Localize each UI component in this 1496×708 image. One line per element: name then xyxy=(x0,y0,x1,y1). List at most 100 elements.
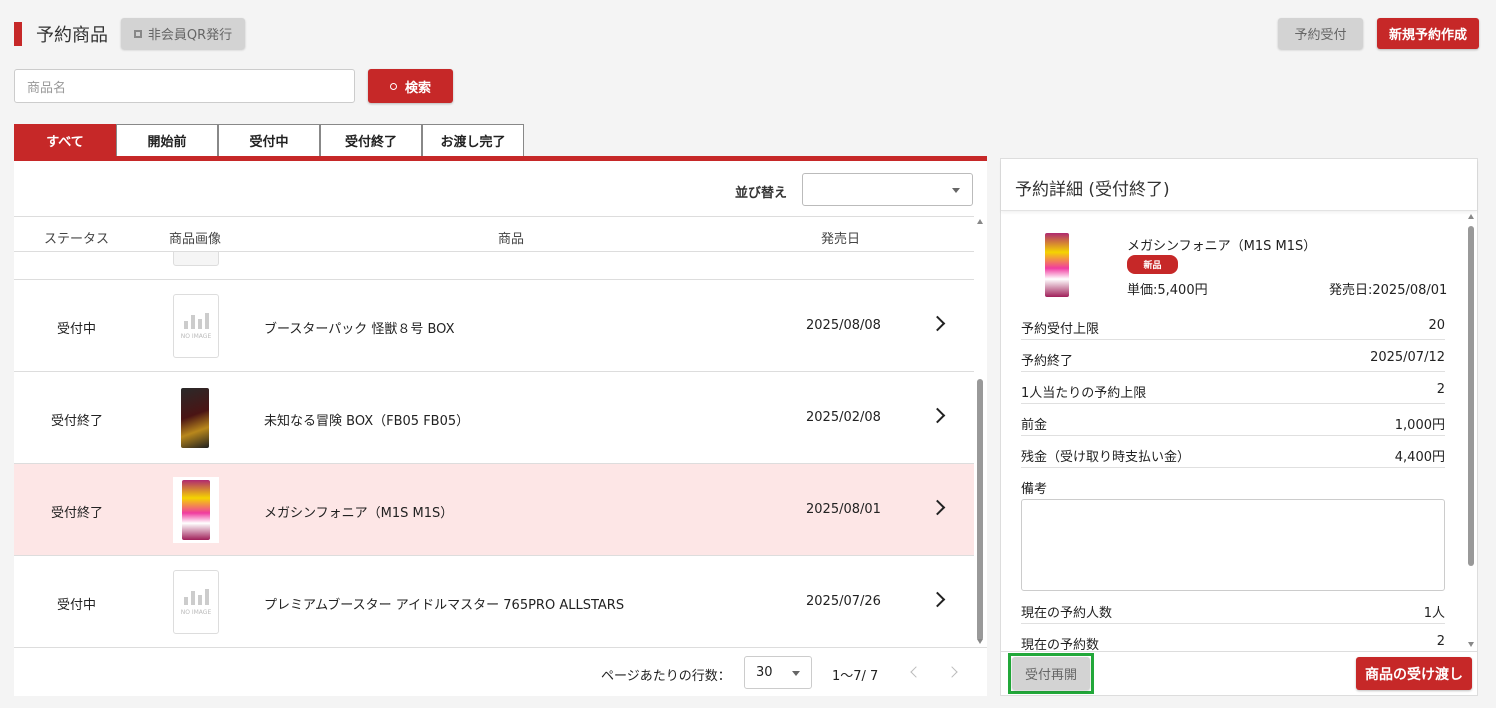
image-placeholder-icon xyxy=(183,312,209,329)
scroll-thumb[interactable] xyxy=(977,379,983,641)
row-status: 受付中 xyxy=(57,322,97,337)
column-product: 商品 xyxy=(498,232,525,247)
scroll-up-icon[interactable] xyxy=(1468,214,1474,219)
field-label: 予約終了 xyxy=(1021,354,1074,369)
table-header: ステータス 商品画像 商品 発売日 xyxy=(14,216,974,252)
field-label: 1人当たりの予約上限 xyxy=(1021,386,1147,401)
product-pack-image xyxy=(173,477,219,543)
scroll-down-icon[interactable] xyxy=(977,639,983,644)
image-placeholder-icon xyxy=(183,588,209,605)
detail-product-name: メガシンフォニア（M1S M1S） xyxy=(1127,239,1317,254)
row-release-date: 2025/02/08 xyxy=(806,410,881,425)
field-label: 残金（受け取り時支払い金） xyxy=(1021,450,1191,465)
qr-issue-label: 非会員QR発行 xyxy=(147,28,233,43)
reservation-list-panel: 並び替え ステータス 商品画像 商品 発売日 受付中 NO IMAGE ブースタ… xyxy=(14,161,987,696)
qr-icon xyxy=(133,29,142,38)
product-thumbnail xyxy=(173,252,219,266)
no-image-placeholder: NO IMAGE xyxy=(173,570,219,634)
no-image-text: NO IMAGE xyxy=(180,608,212,616)
reopen-reception-button[interactable]: 受付再開 xyxy=(1012,657,1090,690)
product-search-input[interactable]: 商品名 xyxy=(14,69,355,103)
chevron-right-icon[interactable] xyxy=(929,591,946,608)
row-release-date: 2025/08/01 xyxy=(806,502,881,517)
tab-closed[interactable]: 受付終了 xyxy=(320,124,422,156)
divider xyxy=(1021,623,1445,624)
row-product-name: プレミアムブースター アイドルマスター 765PRO ALLSTARS xyxy=(264,598,625,613)
rows-per-page-value: 30 xyxy=(756,665,773,680)
column-image: 商品画像 xyxy=(169,232,222,247)
list-scrollbar[interactable] xyxy=(976,219,984,647)
field-value: 4,400円 xyxy=(1394,450,1445,465)
detail-header: 予約詳細 (受付終了) xyxy=(1001,159,1477,211)
search-icon xyxy=(389,82,397,90)
divider xyxy=(1021,403,1445,404)
detail-title: 予約詳細 (受付終了) xyxy=(1015,180,1170,200)
page-title: 予約商品 xyxy=(36,25,108,46)
field-label: 現在の予約人数 xyxy=(1021,606,1113,621)
detail-release-date: 発売日:2025/08/01 xyxy=(1329,283,1448,298)
row-status: 受付終了 xyxy=(51,506,104,521)
divider xyxy=(1021,371,1445,372)
handover-button[interactable]: 商品の受け渡し xyxy=(1356,657,1472,690)
no-image-text: NO IMAGE xyxy=(180,332,212,340)
table-row-partial[interactable] xyxy=(14,252,974,280)
status-tabs: すべて 開始前 受付中 受付終了 お渡し完了 xyxy=(14,124,524,156)
no-image-placeholder: NO IMAGE xyxy=(173,294,219,358)
chevron-down-icon xyxy=(792,671,800,676)
row-release-date: 2025/07/26 xyxy=(806,594,881,609)
sort-select[interactable] xyxy=(802,173,973,206)
product-box-image xyxy=(181,386,211,450)
pagination-bar: ページあたりの行数： 30 1〜7/ 7 xyxy=(14,647,987,696)
page-range: 1〜7/ 7 xyxy=(832,669,879,684)
detail-scrollbar[interactable] xyxy=(1467,214,1475,650)
divider xyxy=(1021,339,1445,340)
previous-page-icon[interactable] xyxy=(910,666,922,678)
reservation-detail-panel: 予約詳細 (受付終了) メガシンフォニア（M1S M1S） 新品 単価:5,40… xyxy=(1000,158,1478,696)
table-row[interactable]: 受付終了 未知なる冒険 BOX（FB05 FB05） 2025/02/08 xyxy=(14,372,974,464)
tab-all[interactable]: すべて xyxy=(14,124,116,156)
row-product-name: メガシンフォニア（M1S M1S） xyxy=(264,506,454,521)
field-label: 前金 xyxy=(1021,418,1048,433)
detail-unit-price: 単価:5,400円 xyxy=(1127,283,1208,298)
divider xyxy=(1021,467,1445,468)
field-value: 1人 xyxy=(1423,606,1445,621)
table-row[interactable]: 受付中 NO IMAGE プレミアムブースター アイドルマスター 765PRO … xyxy=(14,556,974,648)
search-button[interactable]: 検索 xyxy=(368,69,453,103)
row-status: 受付終了 xyxy=(51,414,104,429)
field-value: 2025/07/12 xyxy=(1370,350,1445,365)
row-product-name: ブースターパック 怪獣８号 BOX xyxy=(264,322,455,337)
chevron-down-icon xyxy=(952,188,960,193)
title-accent-bar xyxy=(14,22,22,46)
field-value: 2 xyxy=(1436,382,1445,397)
chevron-right-icon[interactable] xyxy=(929,407,946,424)
tab-delivered[interactable]: お渡し完了 xyxy=(422,124,524,156)
row-status: 受付中 xyxy=(57,598,97,613)
row-product-name: 未知なる冒険 BOX（FB05 FB05） xyxy=(264,414,470,429)
divider xyxy=(1021,435,1445,436)
row-release-date: 2025/08/08 xyxy=(806,318,881,333)
sort-label: 並び替え xyxy=(735,186,788,201)
chevron-right-icon[interactable] xyxy=(929,315,946,332)
field-value: 2 xyxy=(1436,634,1445,649)
tab-accepting[interactable]: 受付中 xyxy=(218,124,320,156)
notes-textarea[interactable] xyxy=(1021,499,1445,591)
chevron-right-icon[interactable] xyxy=(929,499,946,516)
scroll-up-icon[interactable] xyxy=(977,219,983,224)
table-row[interactable]: 受付中 NO IMAGE ブースターパック 怪獣８号 BOX 2025/08/0… xyxy=(14,280,974,372)
qr-issue-button[interactable]: 非会員QR発行 xyxy=(121,18,245,49)
column-status: ステータス xyxy=(44,232,110,247)
table-row-selected[interactable]: 受付終了 メガシンフォニア（M1S M1S） 2025/08/01 xyxy=(14,464,974,556)
next-page-icon[interactable] xyxy=(946,666,958,678)
field-value: 20 xyxy=(1428,318,1445,333)
search-button-label: 検索 xyxy=(404,80,431,96)
condition-badge: 新品 xyxy=(1127,255,1178,274)
rows-per-page-select[interactable]: 30 xyxy=(744,656,812,689)
tab-before-start[interactable]: 開始前 xyxy=(116,124,218,156)
scroll-down-icon[interactable] xyxy=(1468,642,1474,647)
field-value: 1,000円 xyxy=(1394,418,1445,433)
notes-label: 備考 xyxy=(1021,482,1048,497)
reception-button[interactable]: 予約受付 xyxy=(1278,18,1363,49)
column-release-date: 発売日 xyxy=(821,232,861,247)
create-reservation-button[interactable]: 新規予約作成 xyxy=(1377,18,1479,49)
scroll-thumb[interactable] xyxy=(1468,226,1474,566)
